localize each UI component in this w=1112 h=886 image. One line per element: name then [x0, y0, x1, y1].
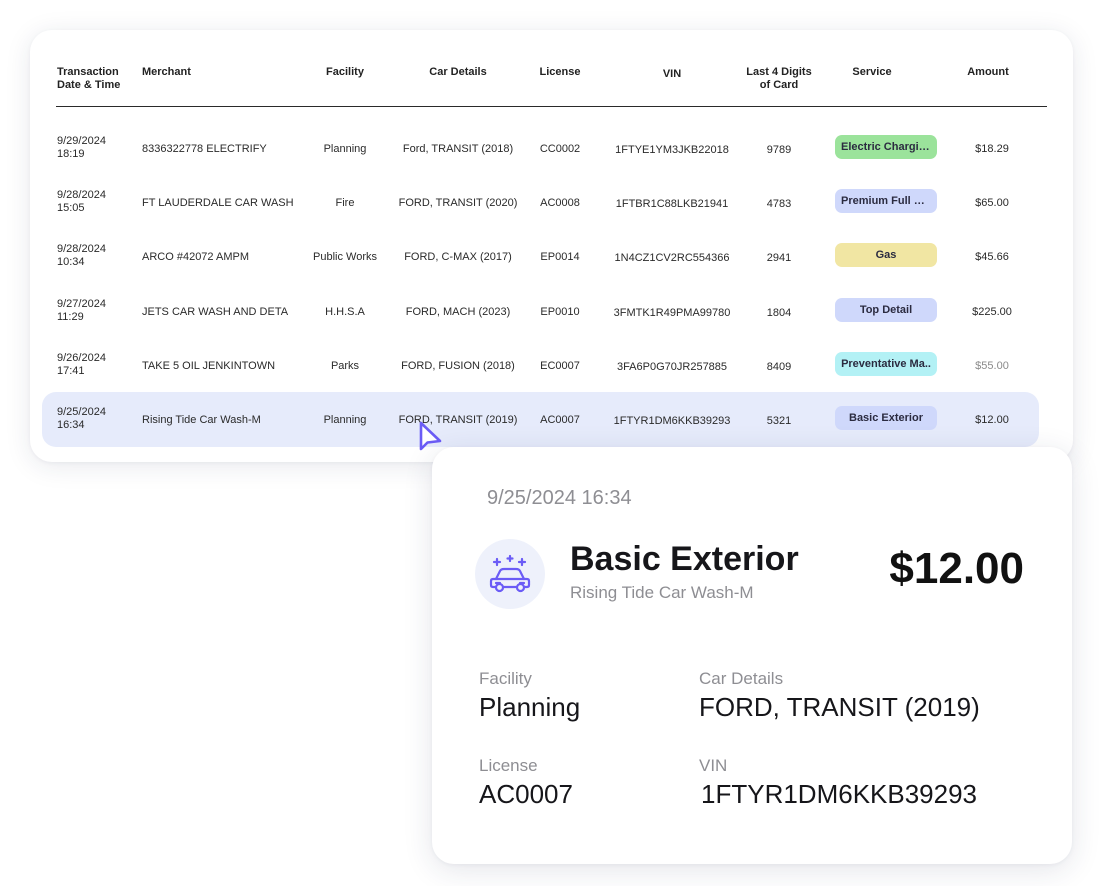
transactions-table-card: Transaction Date & Time Merchant Facilit…: [30, 30, 1073, 462]
detail-datetime: 9/25/2024 16:34: [487, 487, 632, 509]
cell-merchant: JETS CAR WASH AND DETA: [142, 305, 289, 318]
detail-amount: $12.00: [889, 544, 1024, 593]
vin-value: 1FTYR1DM6KKB39293: [701, 779, 978, 809]
detail-service-title: Basic Exterior: [570, 540, 799, 578]
header-facility[interactable]: Facility: [326, 66, 364, 79]
cell-license: AC0008: [540, 197, 580, 210]
transaction-detail-card: 9/25/2024 16:34 Basic Exterior Rising Ti…: [432, 447, 1072, 864]
cell-last4: 4783: [766, 198, 792, 211]
service-icon-container: [475, 539, 545, 609]
cell-amount: $225.00: [972, 305, 1012, 318]
cell-last4: 5321: [766, 415, 792, 427]
detail-merchant: Rising Tide Car Wash-M: [570, 583, 754, 602]
cell-last4: 8409: [766, 360, 792, 373]
cell-amount: $18.29: [975, 143, 1009, 155]
cell-merchant: Rising Tide Car Wash-M: [142, 414, 261, 426]
cell-amount: $12.00: [975, 414, 1009, 426]
table-header: Transaction Date & Time Merchant Facilit…: [56, 30, 1047, 107]
cell-car-details: FORD, TRANSIT (2020): [398, 197, 518, 210]
cell-car-details: Ford, TRANSIT (2018): [402, 143, 514, 155]
cell-last4: 9789: [766, 144, 792, 156]
cell-last4: 2941: [766, 252, 792, 265]
table-row[interactable]: 9/29/2024 18:19 8336322778 ELECTRIFY Pla…: [42, 121, 1039, 176]
table-row[interactable]: 9/27/2024 11:29 JETS CAR WASH AND DETA H…: [42, 284, 1039, 339]
service-badge: Top Detail: [835, 297, 937, 322]
mouse-pointer-icon: [419, 421, 442, 451]
cell-facility: H.H.S.A: [325, 305, 365, 318]
car-details-value: FORD, TRANSIT (2019): [699, 692, 980, 722]
cell-vin: 1FTYR1DM6KKB39293: [613, 415, 731, 427]
car-wash-icon: [489, 554, 531, 593]
cell-merchant: ARCO #42072 AMPM: [142, 251, 249, 264]
cell-date: 9/29/2024 18:19: [57, 135, 106, 160]
header-service[interactable]: Service: [852, 66, 891, 79]
cell-amount: $55.00: [975, 359, 1009, 372]
cell-vin: 1N4CZ1CV2RC554366: [614, 252, 730, 265]
cell-amount: $45.66: [975, 251, 1009, 264]
header-merchant[interactable]: Merchant: [142, 66, 191, 79]
cell-vin: 3FA6P0G70JR257885: [616, 360, 728, 373]
cell-merchant: 8336322778 ELECTRIFY: [142, 143, 267, 155]
cell-merchant: FT LAUDERDALE CAR WASH: [142, 197, 294, 210]
cell-vin: 3FMTK1R49PMA99780: [613, 306, 731, 319]
service-badge: Gas: [835, 243, 937, 268]
table-row-selected[interactable]: 9/25/2024 16:34 Rising Tide Car Wash-M P…: [42, 392, 1039, 447]
cell-date: 9/27/2024 11:29: [57, 297, 106, 323]
cell-car-details: FORD, MACH (2023): [405, 305, 511, 318]
license-label: License: [479, 756, 538, 775]
service-badge: Basic Exterior: [835, 406, 937, 430]
header-license[interactable]: License: [540, 66, 581, 79]
cell-license: EC0007: [540, 359, 580, 372]
cell-vin: 1FTBR1C88LKB21941: [615, 198, 729, 211]
cell-facility: Parks: [330, 359, 360, 372]
cell-car-details: FORD, TRANSIT (2019): [398, 414, 518, 426]
cell-amount: $65.00: [975, 197, 1009, 210]
table-row[interactable]: 9/26/2024 17:41 TAKE 5 OIL JENKINTOWN Pa…: [42, 338, 1039, 393]
cell-car-details: FORD, FUSION (2018): [401, 359, 515, 372]
vin-label: VIN: [699, 756, 728, 775]
header-amount[interactable]: Amount: [967, 66, 1009, 79]
table-row[interactable]: 9/28/2024 15:05 FT LAUDERDALE CAR WASH F…: [42, 175, 1039, 230]
cell-car-details: FORD, C-MAX (2017): [404, 251, 512, 264]
header-date[interactable]: Transaction Date & Time: [57, 66, 120, 92]
facility-label: Facility: [479, 669, 532, 688]
header-car-details[interactable]: Car Details: [429, 66, 486, 79]
service-badge: Preventative Ma..: [835, 351, 937, 376]
cell-merchant: TAKE 5 OIL JENKINTOWN: [142, 359, 276, 372]
cell-facility: Planning: [323, 414, 367, 426]
cell-facility: Planning: [323, 143, 367, 155]
service-badge: Electric Charging: [835, 135, 937, 159]
cell-facility: Public Works: [313, 251, 377, 264]
cell-license: EP0010: [540, 305, 580, 318]
cell-last4: 1804: [766, 306, 792, 319]
cell-date: 9/28/2024 10:34: [57, 243, 106, 269]
cell-date: 9/26/2024 17:41: [57, 351, 106, 377]
cell-license: AC0007: [540, 414, 580, 426]
service-badge: Premium Full Ser..: [835, 189, 937, 214]
car-details-label: Car Details: [699, 669, 784, 688]
facility-value: Planning: [479, 692, 581, 722]
header-vin[interactable]: VIN: [663, 68, 681, 81]
table-row[interactable]: 9/28/2024 10:34 ARCO #42072 AMPM Public …: [42, 229, 1039, 284]
cell-facility: Fire: [335, 197, 355, 210]
cell-date: 9/25/2024 16:34: [57, 406, 106, 431]
cell-vin: 1FTYE1YM3JKB22018: [615, 144, 729, 156]
cell-license: CC0002: [539, 143, 581, 155]
header-last4[interactable]: Last 4 Digits of Card: [746, 66, 811, 92]
cell-license: EP0014: [540, 251, 580, 264]
license-value: AC0007: [479, 779, 573, 809]
cell-date: 9/28/2024 15:05: [57, 189, 106, 215]
